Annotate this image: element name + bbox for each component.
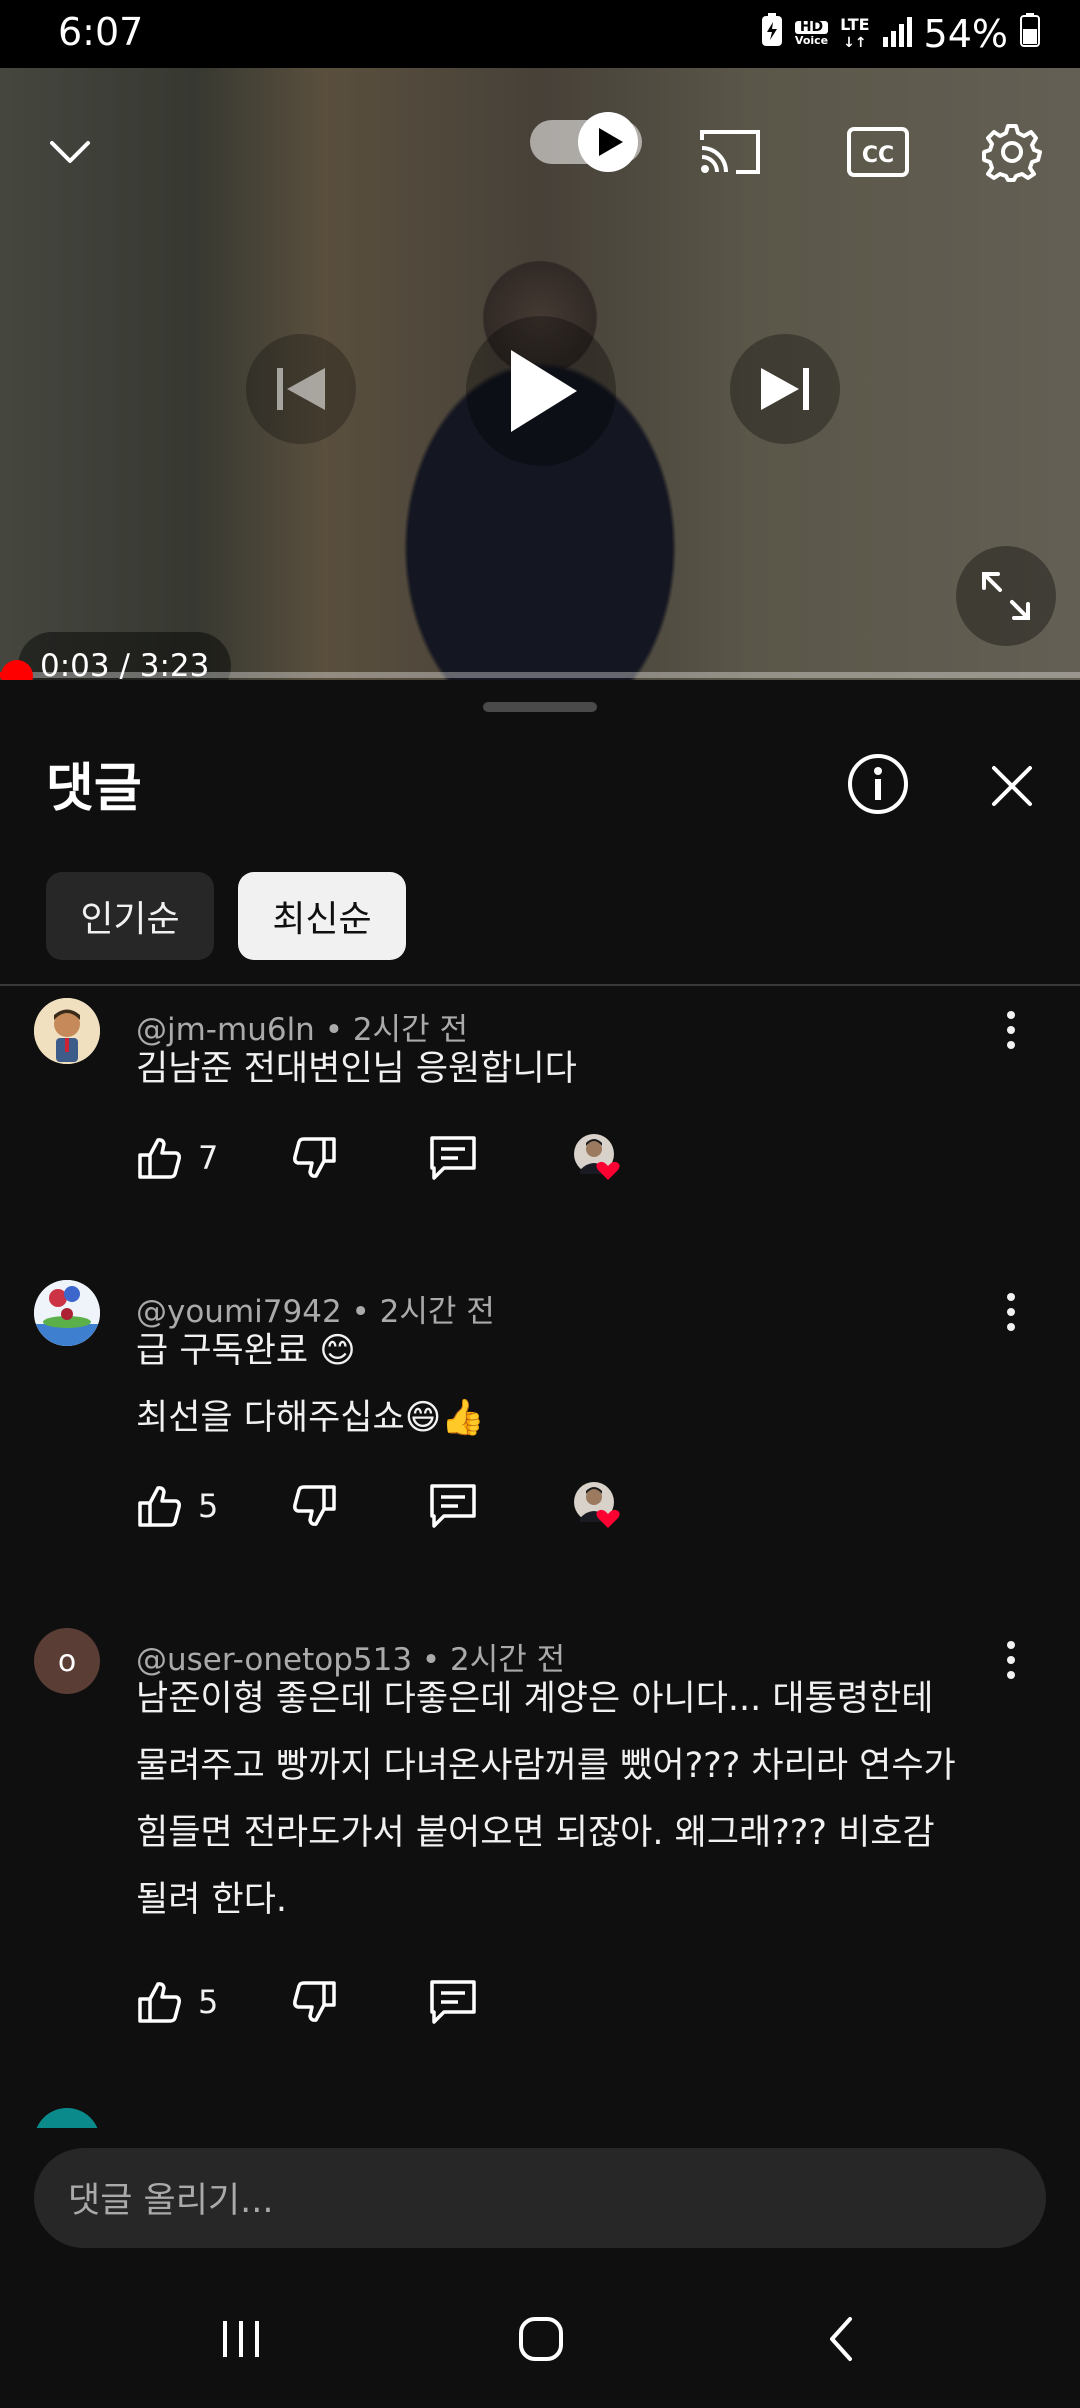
like-count: 7 — [198, 1139, 219, 1177]
comment-text: 김남준 전대변인님 응원합니다 — [136, 1036, 1016, 1103]
avatar-image — [34, 1280, 100, 1346]
dislike-button[interactable] — [290, 1476, 338, 1536]
comment-input-placeholder: 댓글 올리기... — [68, 2181, 274, 2221]
recents-icon — [223, 2321, 259, 2357]
comment-text: 남준이형 좋은데 다좋은데 계양은 아니다... 대통령한테 물려주고 빵까지 … — [136, 1666, 1016, 1934]
like-count: 5 — [198, 1487, 219, 1525]
comment-item-partial — [0, 2108, 1080, 2128]
thumbs-up-icon — [138, 1486, 181, 1527]
skip-next-icon — [761, 368, 809, 410]
thumbs-up-icon — [138, 1982, 181, 2023]
comment-line: 김남준 전대변인님 응원합니다 — [136, 1049, 577, 1089]
comments-list[interactable]: @jm-mu6ln • 2시간 전 김남준 전대변인님 응원합니다 7 @you… — [0, 986, 1080, 2128]
comment-line: 급 구독완료 😊 — [136, 1331, 356, 1371]
info-button[interactable] — [840, 746, 916, 822]
like-button[interactable]: 5 — [136, 1476, 218, 1536]
dislike-button[interactable] — [290, 1128, 338, 1188]
system-nav-bar — [0, 2270, 1080, 2408]
comment-line: 힘들면 전라도가서 붙어오면 되잖아. 왜그래??? 비호감 — [136, 1813, 935, 1853]
creator-heart-icon — [574, 1482, 620, 1528]
avatar-letter: o — [57, 1643, 77, 1679]
reply-icon — [430, 1484, 476, 1528]
avatar[interactable] — [34, 2108, 100, 2128]
video-player[interactable]: CC 0:03 / 3:23 — [0, 68, 1080, 680]
hd-voice-icon: HD Voice — [794, 20, 829, 47]
comment-actions: 7 — [136, 1128, 836, 1188]
battery-saver-icon — [761, 12, 783, 56]
network-label: LTE — [840, 15, 870, 34]
closed-captions-icon: CC — [847, 127, 909, 177]
back-icon — [830, 2317, 852, 2361]
comment-actions: 5 — [136, 1476, 836, 1536]
like-button[interactable]: 5 — [136, 1972, 218, 2032]
next-button[interactable] — [730, 334, 840, 444]
status-icons: HD Voice LTE ↓↑ 54% — [761, 12, 1040, 56]
reply-icon — [430, 1136, 476, 1180]
thumbs-down-icon — [293, 1981, 336, 2022]
avatar[interactable]: o — [34, 1628, 100, 1694]
reply-button[interactable] — [428, 1128, 478, 1188]
captions-button[interactable]: CC — [836, 112, 920, 192]
home-button[interactable] — [496, 2294, 586, 2384]
dislike-button[interactable] — [290, 1972, 338, 2032]
comment-line: 최선을 다해주십쇼😄👍 — [136, 1398, 485, 1438]
cast-button[interactable] — [690, 112, 770, 192]
skip-previous-icon — [277, 368, 325, 410]
minimize-button[interactable] — [30, 112, 110, 192]
back-button[interactable] — [796, 2294, 886, 2384]
svg-text:CC: CC — [862, 143, 894, 168]
fullscreen-button[interactable] — [956, 546, 1056, 646]
comment-actions: 5 — [136, 1972, 836, 2032]
home-icon — [519, 2317, 563, 2361]
thumbs-up-icon — [138, 1138, 181, 1179]
status-bar: 6:07 HD Voice LTE ↓↑ 54% — [0, 0, 1080, 68]
drag-handle[interactable] — [483, 702, 597, 712]
voice-label: Voice — [794, 34, 829, 47]
gear-icon — [982, 124, 1042, 182]
comment-line: 될려 한다. — [136, 1880, 288, 1920]
avatar[interactable] — [34, 998, 100, 1064]
like-button[interactable]: 7 — [136, 1128, 218, 1188]
reply-icon — [430, 1980, 476, 2024]
creator-heart — [572, 1480, 624, 1532]
sort-chip-newest[interactable]: 최신순 — [238, 872, 406, 960]
thumbs-down-icon — [293, 1485, 336, 1526]
like-count: 5 — [198, 1983, 219, 2021]
chevron-down-icon — [50, 141, 90, 163]
comment-item: @youmi7942 • 2시간 전 급 구독완료 😊 최선을 다해주십쇼😄👍 … — [0, 1266, 1080, 1666]
play-button[interactable] — [466, 316, 616, 466]
close-icon — [992, 766, 1032, 806]
cast-icon — [700, 130, 760, 174]
sort-chip-popular[interactable]: 인기순 — [46, 872, 214, 960]
close-button[interactable] — [974, 748, 1050, 824]
reply-button[interactable] — [428, 1972, 478, 2032]
creator-heart — [572, 1132, 624, 1184]
hd-label: HD — [794, 20, 829, 34]
progress-track[interactable] — [0, 672, 1080, 678]
comment-item: o @user-onetop513 • 2시간 전 남준이형 좋은데 다좋은데 … — [0, 1614, 1080, 2114]
autoplay-icon — [530, 112, 642, 172]
play-icon — [511, 350, 577, 432]
lte-icon: LTE ↓↑ — [840, 15, 870, 52]
battery-icon — [1020, 12, 1040, 56]
avatar[interactable] — [34, 1280, 100, 1346]
status-time: 6:07 — [58, 10, 144, 54]
comment-text: 급 구독완료 😊 최선을 다해주십쇼😄👍 — [136, 1318, 1016, 1452]
creator-heart-icon — [574, 1134, 620, 1180]
panel-title: 댓글 — [46, 759, 142, 819]
autoplay-toggle[interactable] — [528, 110, 644, 174]
comment-line: 물려주고 빵까지 다녀온사람꺼를 뺐어??? 차리라 연수가 — [136, 1746, 956, 1786]
avatar-image — [34, 998, 100, 1064]
battery-percent: 54% — [923, 12, 1008, 56]
signal-icon — [882, 12, 912, 56]
comment-line: 남준이형 좋은데 다좋은데 계양은 아니다... 대통령한테 — [136, 1679, 934, 1719]
thumbs-down-icon — [293, 1137, 336, 1178]
info-icon — [848, 754, 908, 814]
previous-button[interactable] — [246, 334, 356, 444]
settings-button[interactable] — [970, 112, 1054, 192]
reply-button[interactable] — [428, 1476, 478, 1536]
recents-button[interactable] — [196, 2294, 286, 2384]
fullscreen-icon — [982, 572, 1030, 620]
